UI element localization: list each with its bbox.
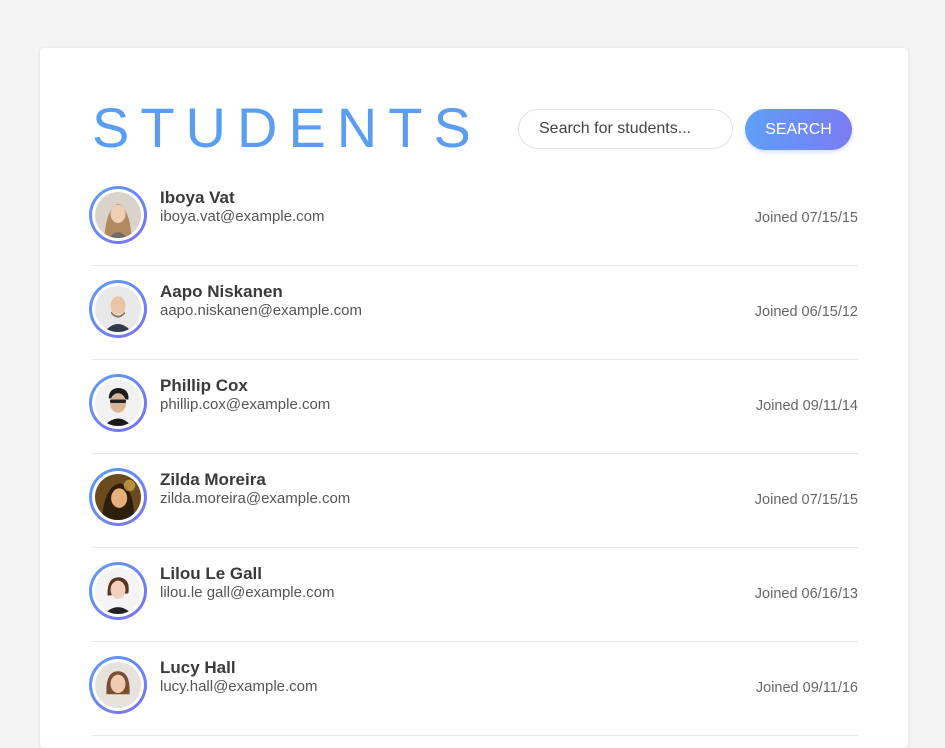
joined-date: Joined 07/15/15 — [754, 492, 858, 508]
avatar — [89, 562, 147, 620]
list-item[interactable]: Aapo Niskanen aapo.niskanen@example.com … — [89, 266, 858, 360]
list-item[interactable]: Lucy Hall lucy.hall@example.com Joined 0… — [89, 642, 858, 736]
list-item[interactable]: Phillip Cox phillip.cox@example.com Join… — [89, 360, 858, 454]
search-input[interactable] — [518, 109, 733, 149]
woman-portrait-icon — [95, 192, 141, 238]
list-item[interactable]: Lilou Le Gall lilou.le gall@example.com … — [89, 548, 858, 642]
student-email: aapo.niskanen@example.com — [160, 302, 363, 319]
student-name: Zilda Moreira — [160, 470, 266, 489]
student-name: Lilou Le Gall — [160, 564, 263, 583]
joined-date: Joined 06/15/12 — [754, 304, 858, 320]
avatar — [89, 468, 147, 526]
avatar — [89, 656, 147, 714]
search-button[interactable]: SEARCH — [745, 109, 852, 150]
joined-date: Joined 06/16/13 — [754, 586, 858, 602]
woman-portrait-icon — [95, 662, 141, 708]
man-portrait-icon — [95, 380, 141, 426]
avatar — [89, 374, 147, 432]
joined-date: Joined 09/11/14 — [755, 398, 858, 414]
woman-portrait-icon — [95, 474, 141, 520]
student-list: Iboya Vat iboya.vat@example.com Joined 0… — [89, 172, 858, 736]
avatar — [89, 280, 147, 338]
students-card: STUDENTS SEARCH Iboya Vat iboya.vat@exam… — [40, 48, 908, 748]
student-email: phillip.cox@example.com — [160, 396, 331, 413]
man-portrait-icon — [95, 286, 141, 332]
student-email: lucy.hall@example.com — [160, 678, 318, 695]
woman-portrait-icon — [95, 568, 141, 614]
joined-date: Joined 09/11/16 — [755, 680, 858, 696]
student-name: Lucy Hall — [160, 658, 236, 677]
student-email: iboya.vat@example.com — [160, 208, 325, 225]
student-email: lilou.le gall@example.com — [160, 584, 335, 601]
student-name: Aapo Niskanen — [160, 282, 283, 301]
student-name: Phillip Cox — [160, 376, 248, 395]
avatar — [89, 186, 147, 244]
list-item[interactable]: Zilda Moreira zilda.moreira@example.com … — [89, 454, 858, 548]
page-title: STUDENTS — [92, 96, 482, 159]
joined-date: Joined 07/15/15 — [754, 210, 858, 226]
list-item[interactable]: Iboya Vat iboya.vat@example.com Joined 0… — [89, 172, 858, 266]
student-email: zilda.moreira@example.com — [160, 490, 351, 507]
student-name: Iboya Vat — [160, 188, 235, 207]
